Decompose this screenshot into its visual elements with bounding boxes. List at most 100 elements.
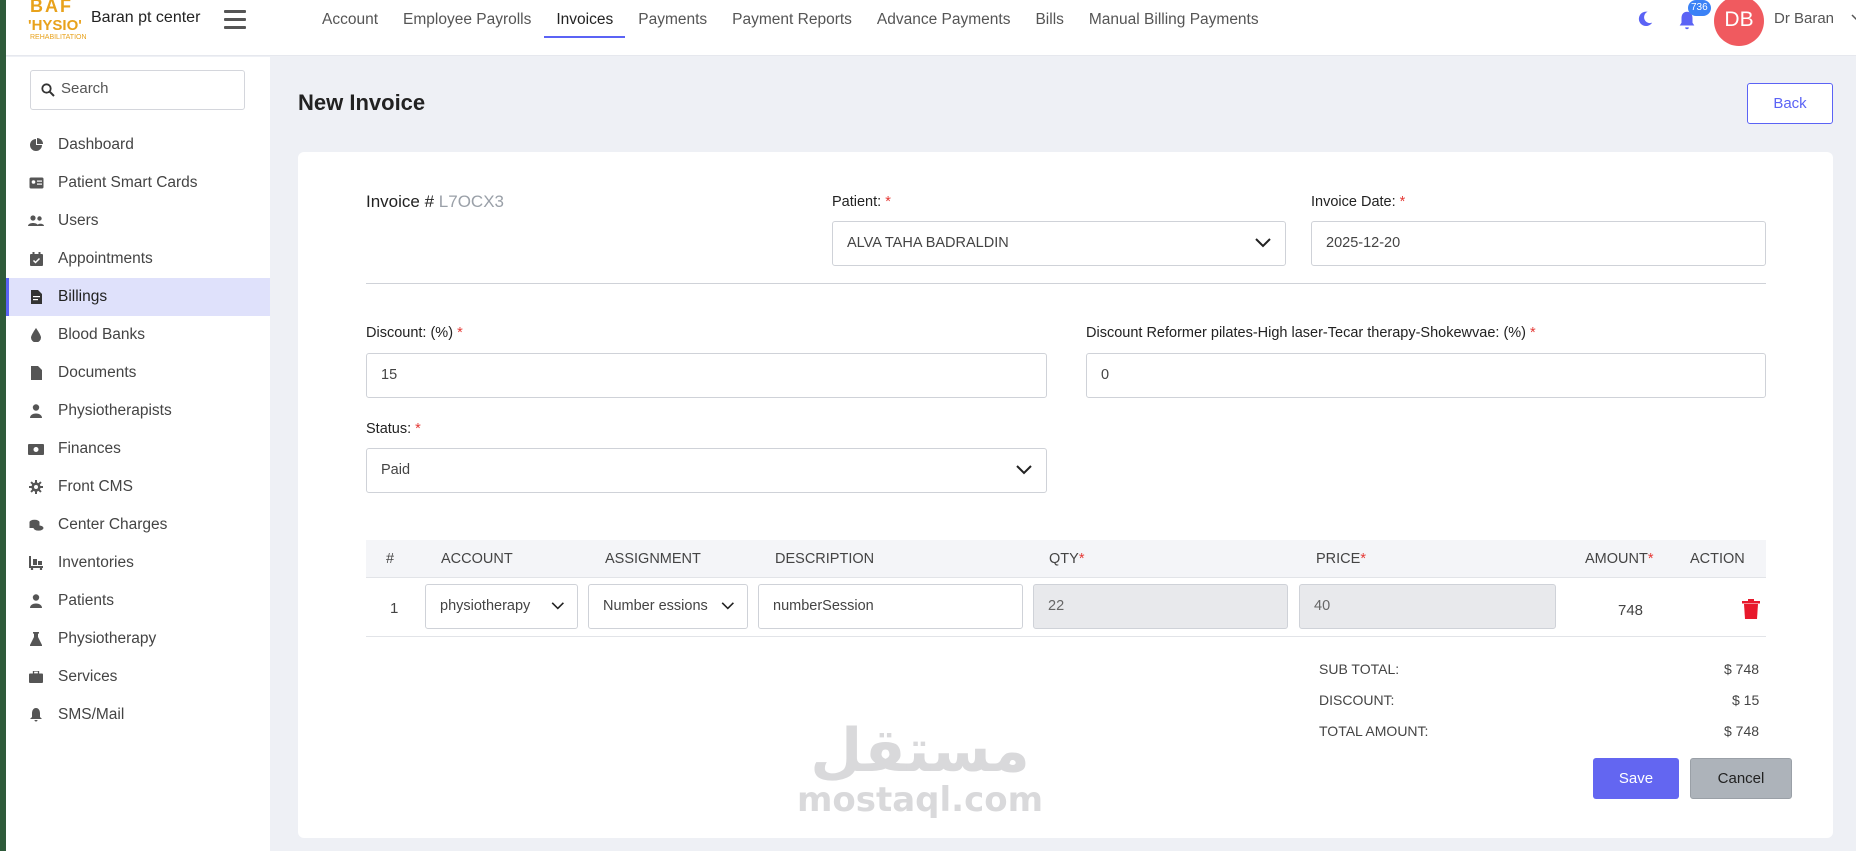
users-icon — [28, 213, 44, 229]
discount-total-label: DISCOUNT: — [1319, 692, 1395, 708]
sidebar-item-label: Physiotherapists — [58, 402, 172, 419]
moon-icon[interactable] — [1636, 10, 1654, 28]
nav-account[interactable]: Account — [310, 0, 390, 38]
account-select[interactable]: physiotherapy — [425, 584, 578, 629]
dolly-icon — [28, 555, 44, 571]
account-value: physiotherapy — [440, 598, 531, 614]
calendar-check-icon — [28, 251, 44, 267]
trash-icon[interactable] — [1742, 599, 1760, 619]
price-input: 40 — [1299, 584, 1556, 629]
sidebar-item-documents[interactable]: Documents — [6, 354, 270, 392]
patient-select[interactable]: ALVA TAHA BADRALDIN — [832, 221, 1286, 266]
assignment-value: Number essions — [603, 598, 708, 614]
search-icon — [41, 83, 55, 97]
status-select[interactable]: Paid — [366, 448, 1047, 493]
description-input[interactable]: numberSession — [758, 584, 1023, 629]
sidebar-item-label: Appointments — [58, 250, 153, 267]
status-value: Paid — [381, 462, 411, 478]
discount2-field[interactable]: 0 — [1086, 353, 1766, 398]
row-amount: 748 — [1618, 602, 1644, 619]
sidebar-item-front-cms[interactable]: Front CMS — [6, 468, 270, 506]
sidebar-item-billings[interactable]: Billings — [6, 278, 270, 316]
col-description: DESCRIPTION — [775, 551, 875, 567]
sidebar-item-label: Center Charges — [58, 516, 168, 533]
invoice-date-label-text: Invoice Date: — [1311, 194, 1396, 210]
invoice-code: L7OCX3 — [438, 192, 504, 211]
sidebar-item-inventories[interactable]: Inventories — [6, 544, 270, 582]
nav-manual-billing-payments[interactable]: Manual Billing Payments — [1077, 0, 1271, 38]
invoice-number-label: Invoice # — [366, 192, 435, 211]
nav-payments[interactable]: Payments — [626, 0, 719, 38]
watermark-arabic: مستقل — [810, 716, 1030, 786]
top-nav: Account Employee Payrolls Invoices Payme… — [310, 0, 1272, 56]
required-mark: * — [415, 421, 421, 437]
sidebar-item-physiotherapists[interactable]: Physiotherapists — [6, 392, 270, 430]
money-icon — [28, 441, 44, 457]
status-label: Status: * — [366, 421, 421, 437]
required-mark: * — [457, 325, 463, 341]
col-qty: QTY* — [1049, 551, 1084, 567]
sidebar-item-finances[interactable]: Finances — [6, 430, 270, 468]
cancel-button[interactable]: Cancel — [1690, 758, 1792, 799]
required-mark: * — [1360, 551, 1366, 567]
save-button[interactable]: Save — [1593, 758, 1679, 799]
col-assignment: ASSIGNMENT — [605, 551, 701, 567]
invoice-date-field[interactable]: 2025-12-20 — [1311, 221, 1766, 266]
col-price: PRICE* — [1316, 551, 1366, 567]
logo-text-middle: 'HYSIO' — [28, 17, 82, 34]
sidebar-item-services[interactable]: Services — [6, 658, 270, 696]
subtotal-value: $ 748 — [1724, 661, 1760, 677]
sidebar-item-label: Billings — [58, 288, 108, 305]
pie-chart-icon — [28, 137, 44, 153]
sidebar-item-label: Blood Banks — [58, 326, 146, 343]
sidebar-item-appointments[interactable]: Appointments — [6, 240, 270, 278]
search-field[interactable] — [30, 70, 245, 110]
chevron-down-icon — [715, 600, 735, 612]
nav-invoices[interactable]: Invoices — [544, 0, 626, 38]
back-button[interactable]: Back — [1747, 83, 1833, 124]
nav-bills[interactable]: Bills — [1023, 0, 1075, 38]
nav-employee-payrolls[interactable]: Employee Payrolls — [391, 0, 543, 38]
avatar[interactable]: DB — [1714, 0, 1764, 46]
chevron-down-icon — [1016, 465, 1032, 475]
required-mark: * — [1399, 194, 1406, 210]
file-icon — [28, 365, 44, 381]
briefcase-icon — [28, 669, 44, 685]
user-name[interactable]: Dr Baran — [1774, 10, 1834, 27]
required-mark: * — [1078, 551, 1085, 567]
menu-toggle-icon[interactable] — [224, 10, 246, 30]
droplet-icon — [28, 327, 44, 343]
sidebar-item-center-charges[interactable]: Center Charges — [6, 506, 270, 544]
app-logo[interactable]: BAF 'HYSIO' REHABILITATION — [28, 0, 88, 44]
chevron-down-icon[interactable] — [1851, 12, 1856, 22]
total-amount-label: TOTAL AMOUNT: — [1319, 723, 1429, 739]
id-card-icon — [28, 175, 44, 191]
invoice-date-label: Invoice Date: * — [1311, 194, 1405, 210]
sidebar-item-patients[interactable]: Patients — [6, 582, 270, 620]
discount-total-value: $ 15 — [1732, 692, 1760, 708]
col-price-text: PRICE — [1316, 551, 1361, 567]
sidebar-item-label: Users — [58, 212, 99, 229]
sidebar-item-patient-smart-cards[interactable]: Patient Smart Cards — [6, 164, 270, 202]
required-mark: * — [885, 194, 891, 210]
discount-label: Discount: (%) * — [366, 325, 463, 341]
search-input[interactable] — [61, 80, 236, 97]
invoice-form-card: Invoice # L7OCX3 Patient: * ALVA TAHA BA… — [298, 152, 1833, 838]
subtotal-label: SUB TOTAL: — [1319, 661, 1400, 677]
discount-field[interactable]: 15 — [366, 353, 1047, 398]
nav-payment-reports[interactable]: Payment Reports — [720, 0, 864, 38]
sidebar-item-blood-banks[interactable]: Blood Banks — [6, 316, 270, 354]
nav-advance-payments[interactable]: Advance Payments — [865, 0, 1023, 38]
brand-name: Baran pt center — [91, 9, 201, 26]
sidebar-item-sms-mail[interactable]: SMS/Mail — [6, 696, 270, 734]
discount-value: 15 — [381, 367, 398, 383]
sidebar-item-physiotherapy[interactable]: Physiotherapy — [6, 620, 270, 658]
sidebar-item-users[interactable]: Users — [6, 202, 270, 240]
user-doctor-icon — [28, 403, 44, 419]
invoice-date-value: 2025-12-20 — [1326, 235, 1401, 251]
discount2-value: 0 — [1101, 367, 1110, 383]
form-divider — [366, 283, 1766, 284]
assignment-select[interactable]: Number essions — [588, 584, 748, 629]
sidebar-item-dashboard[interactable]: Dashboard — [6, 126, 270, 164]
top-bar: BAF 'HYSIO' REHABILITATION Baran pt cent… — [6, 0, 1856, 56]
